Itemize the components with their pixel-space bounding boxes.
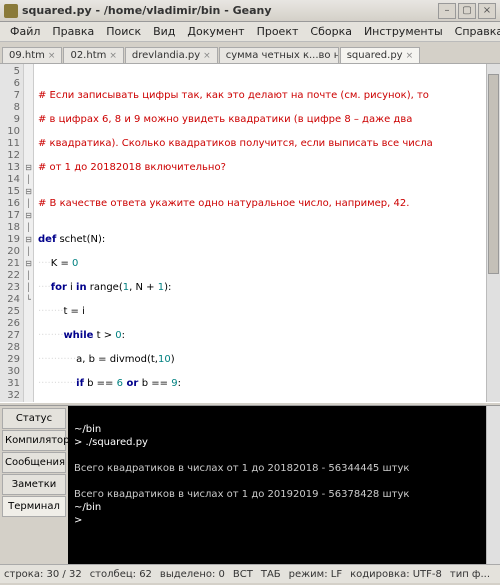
menu-document[interactable]: Документ	[181, 23, 250, 40]
status-line: строка: 30 / 32	[4, 569, 82, 580]
menu-help[interactable]: Справка	[449, 23, 500, 40]
fold-margin[interactable]: ⊟│⊟│⊟│⊟│⊟││└	[24, 64, 34, 402]
tab-terminal[interactable]: Терминал	[2, 496, 66, 517]
status-enc: кодировка: UTF-8	[350, 569, 442, 580]
menu-project[interactable]: Проект	[251, 23, 305, 40]
editor-scrollbar[interactable]	[486, 64, 500, 402]
bottom-tabs: Статус Компилятор Сообщения Заметки Терм…	[0, 406, 68, 564]
menu-search[interactable]: Поиск	[100, 23, 147, 40]
status-tab: ТАБ	[261, 569, 281, 580]
menu-tools[interactable]: Инструменты	[358, 23, 449, 40]
close-icon[interactable]: ×	[203, 51, 211, 61]
close-icon[interactable]: ×	[109, 51, 117, 61]
bottom-panel: Статус Компилятор Сообщения Заметки Терм…	[0, 406, 500, 564]
status-ins: ВСТ	[233, 569, 253, 580]
close-icon[interactable]: ×	[406, 51, 414, 61]
line-numbers: 5678910111213141516171819202122232425262…	[0, 64, 24, 402]
status-sel: выделено: 0	[160, 569, 225, 580]
menu-build[interactable]: Сборка	[304, 23, 358, 40]
status-ft: тип ф...	[450, 569, 490, 580]
window-titlebar: squared.py - /home/vladimir/bin - Geany …	[0, 0, 500, 22]
close-icon[interactable]: ×	[48, 51, 56, 61]
status-col: столбец: 62	[90, 569, 152, 580]
tab-compiler[interactable]: Компилятор	[2, 430, 66, 451]
tab-02htm[interactable]: 02.htm×	[63, 47, 123, 63]
scrollbar-thumb[interactable]	[488, 74, 499, 274]
minimize-button[interactable]: –	[438, 3, 456, 19]
tab-squared[interactable]: squared.py×	[340, 47, 420, 63]
maximize-button[interactable]: ▢	[458, 3, 476, 19]
close-window-button[interactable]: ×	[478, 3, 496, 19]
menubar: Файл Правка Поиск Вид Документ Проект Сб…	[0, 22, 500, 42]
tab-drevlandia[interactable]: drevlandia.py×	[125, 47, 218, 63]
code-area[interactable]: # Если записывать цифры так, как это дел…	[34, 64, 486, 402]
terminal[interactable]: ~/bin > ./squared.py Всего квадратиков в…	[68, 406, 486, 564]
tab-status[interactable]: Статус	[2, 408, 66, 429]
tab-09htm[interactable]: 09.htm×	[2, 47, 62, 63]
statusbar: строка: 30 / 32 столбец: 62 выделено: 0 …	[0, 564, 500, 583]
tab-summa[interactable]: сумма четных к...во нечетных.pas×	[219, 47, 339, 63]
editor[interactable]: 5678910111213141516171819202122232425262…	[0, 64, 500, 402]
status-eol: режим: LF	[289, 569, 342, 580]
terminal-scrollbar[interactable]	[486, 406, 500, 564]
tab-notes[interactable]: Заметки	[2, 474, 66, 495]
document-tabs: 09.htm× 02.htm× drevlandia.py× сумма чет…	[0, 42, 500, 64]
menu-view[interactable]: Вид	[147, 23, 181, 40]
tab-messages[interactable]: Сообщения	[2, 452, 66, 473]
menu-file[interactable]: Файл	[4, 23, 46, 40]
app-icon	[4, 4, 18, 18]
menu-edit[interactable]: Правка	[46, 23, 100, 40]
window-title: squared.py - /home/vladimir/bin - Geany	[22, 4, 436, 17]
